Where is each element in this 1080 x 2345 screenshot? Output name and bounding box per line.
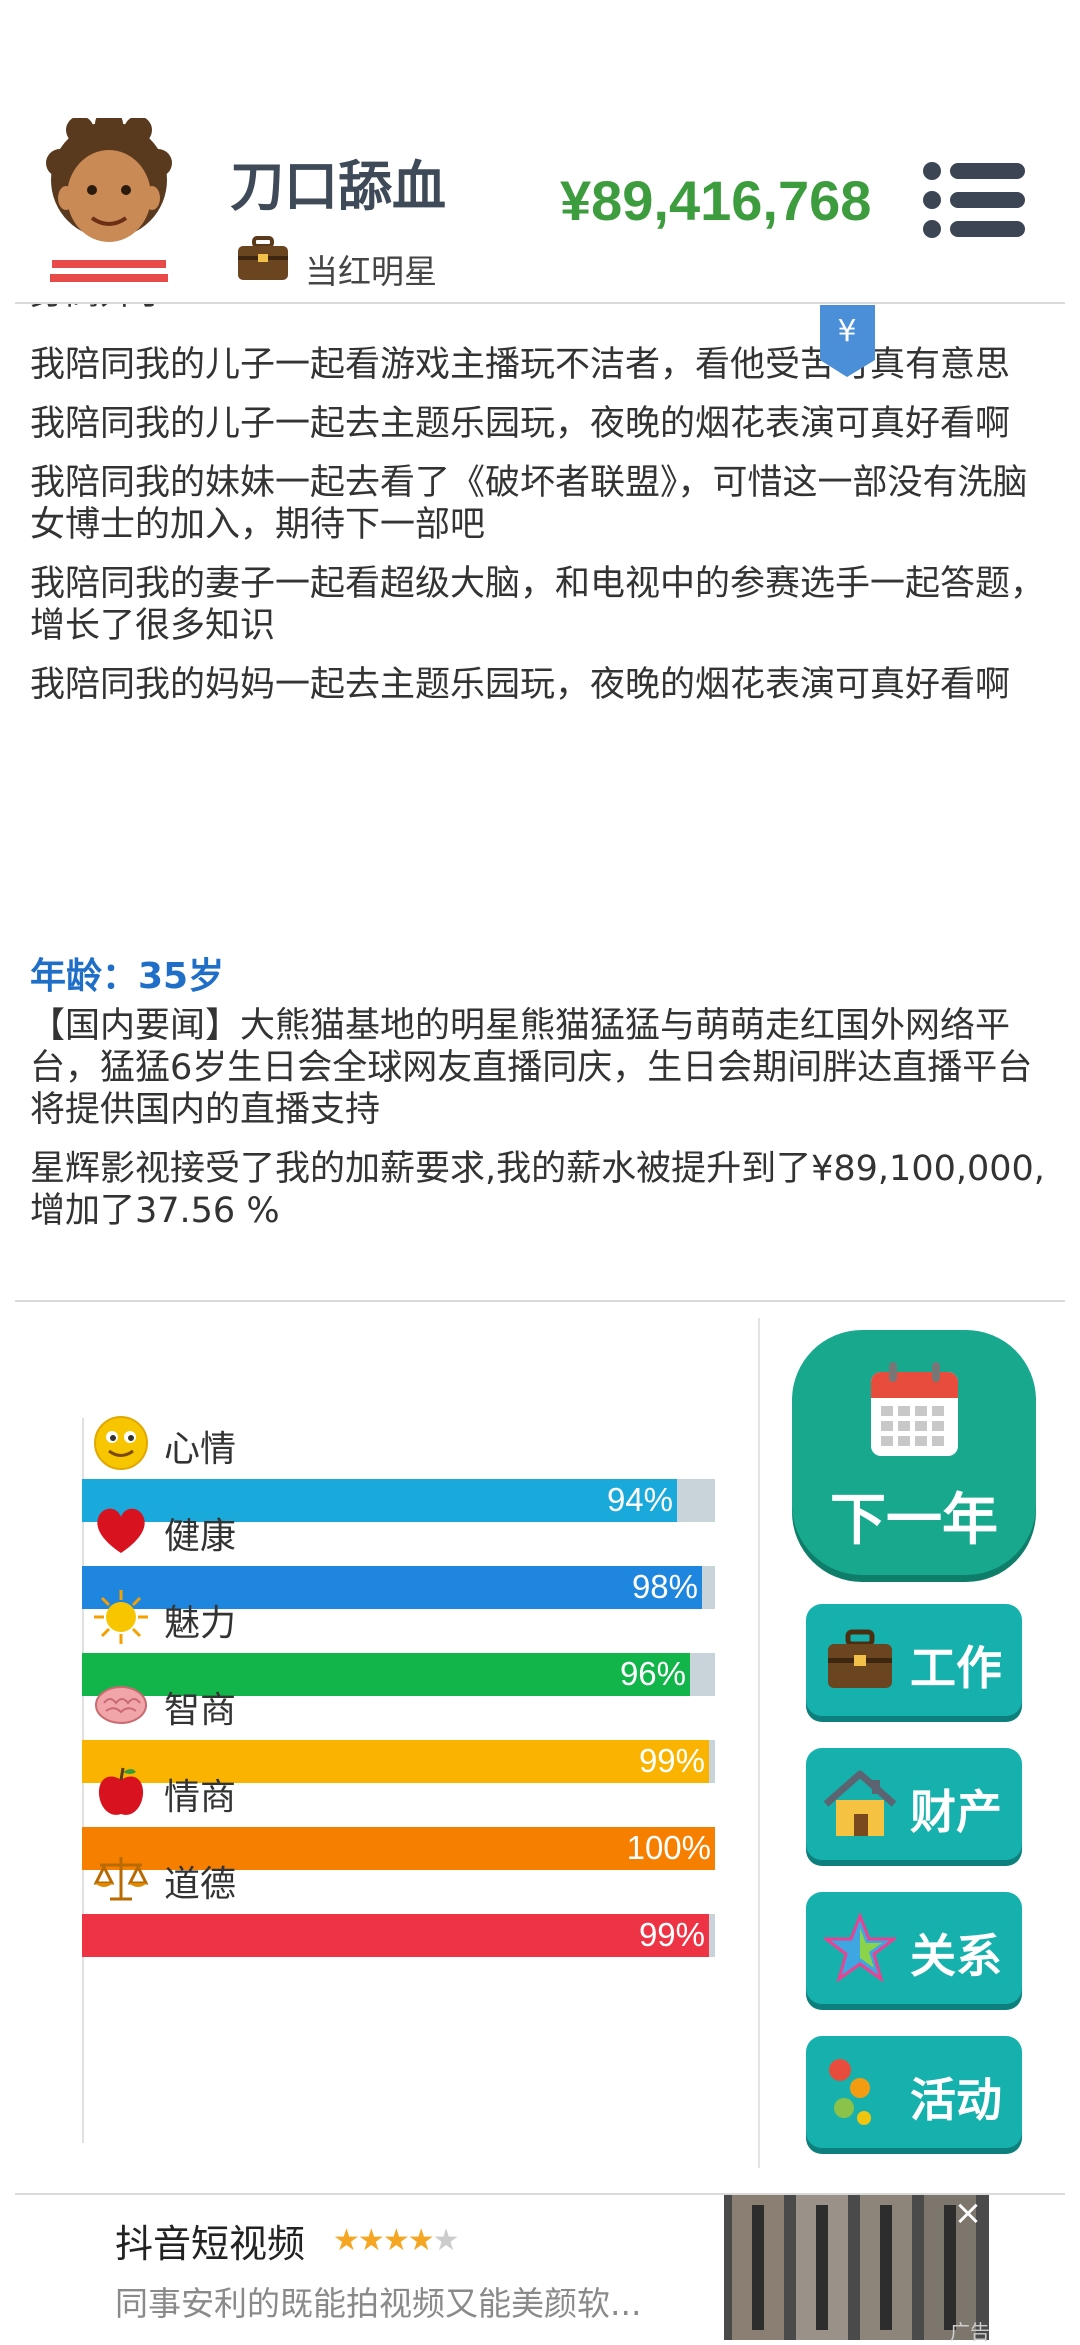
header-divider [15,302,1065,304]
stat-bar-track: 99% [82,1914,715,1957]
stat-label: 健康 [164,1516,237,1557]
relations-label: 关系 [910,1929,1002,1983]
log-item: 我陪同我的妹妹一起去看了《破坏者联盟》，可惜这一部没有洗脑女博士的加入，期待下一… [30,463,1028,545]
rating-star-icon: ★ [432,2223,460,2258]
scales-icon [93,1857,149,1901]
activity-label: 活动 [910,2073,1002,2127]
apple-icon [98,1767,144,1815]
log-item: 我陪同我的妈妈一起去主题乐园玩，夜晚的烟花表演可真好看啊 [30,665,1011,705]
stat-label: 道德 [164,1864,237,1905]
job-title: 当红明星 [305,252,437,291]
player-name: 刀口舔血 [230,155,446,218]
news-list: 【国内要闻】大熊猫基地的明星熊猫猛猛与萌萌走红国外网络平台，猛猛6岁生日会全球网… [30,1005,1050,1249]
work-button[interactable]: 工作 [806,1604,1022,1716]
ad-description: 同事安利的既能拍视频又能美颜软... [115,2284,642,2323]
briefcase-icon [238,236,288,280]
smiley-icon [94,1416,148,1470]
stat-label: 心情 [164,1429,237,1470]
house-icon [824,1770,896,1836]
close-icon[interactable]: × [948,2193,988,2233]
relations-button[interactable]: 关系 [806,1892,1022,2004]
event-log[interactable]: 身高升了 我陪同我的儿子一起看游戏主播玩不洁者，看他受苦可真有意思我陪同我的儿子… [30,302,1050,862]
panel-separator [758,1318,760,2168]
stat-bar-fill: 99% [82,1914,709,1957]
stat-scales: 道德 99% [82,1849,715,1979]
rating-star-icon: ★ [333,2223,360,2258]
property-button[interactable]: 财产 [806,1748,1022,1860]
ad-banner[interactable]: 抖音短视频 ★★★★★ 同事安利的既能拍视频又能美颜软... 广告 [0,2195,1080,2344]
sun-icon [94,1590,148,1644]
next-year-button[interactable]: 下一年 [792,1330,1036,1575]
news-item: 【国内要闻】大熊猫基地的明星熊猫猛猛与萌萌走红国外网络平台，猛猛6岁生日会全球网… [30,1006,1033,1130]
briefcase-icon [828,1629,892,1688]
log-item: 我陪同我的儿子一起去主题乐园玩，夜晚的烟花表演可真好看啊 [30,404,1011,444]
game-header: 刀口舔血 当红明星 ¥89,416,768 [0,0,1080,305]
work-label: 工作 [910,1641,1002,1695]
ad-rating-stars: ★★★★★ [333,2223,460,2258]
stat-label: 情商 [164,1777,237,1818]
ad-title: 抖音短视频 [115,2222,306,2266]
stat-label: 魅力 [164,1603,237,1644]
news-item: 星辉影视接受了我的加薪要求,我的薪水被提升到了¥89,100,000,增加了37… [30,1149,1045,1231]
activity-button[interactable]: 活动 [806,2036,1022,2148]
log-list: 我陪同我的儿子一起看游戏主播玩不洁者，看他受苦可真有意思 我陪同我的儿子一起去主题… [30,344,1050,723]
ad-tag: 广告 [950,2320,990,2344]
yen-badge-icon[interactable]: ¥ [820,305,875,377]
calendar-icon [871,1362,958,1456]
rating-star-icon: ★ [357,2223,385,2258]
property-label: 财产 [910,1785,1002,1839]
stat-label: 智商 [164,1690,237,1731]
log-item: 我陪同我的妻子一起看超级大脑，和电视中的参赛选手一起答题，增长了很多知识 [30,564,1046,646]
star-icon [824,1912,896,1983]
menu-icon[interactable] [920,155,1030,245]
heart-icon [97,1508,145,1553]
age-label: 年龄：35岁 [30,956,225,997]
svg-text:¥: ¥ [837,314,856,349]
activity-dots-icon [829,2059,871,2125]
money-display: ¥89,416,768 [560,169,872,232]
rating-star-icon: ★ [407,2223,435,2258]
avatar[interactable] [40,118,178,288]
brain-icon [95,1686,147,1724]
stat-percent: 99% [638,1916,705,1953]
next-year-label: 下一年 [830,1488,998,1553]
rating-star-icon: ★ [382,2223,410,2258]
log-item: 我陪同我的儿子一起看游戏主播玩不洁者，看他受苦可真有意思 [30,345,1011,385]
section-divider [15,1300,1065,1302]
